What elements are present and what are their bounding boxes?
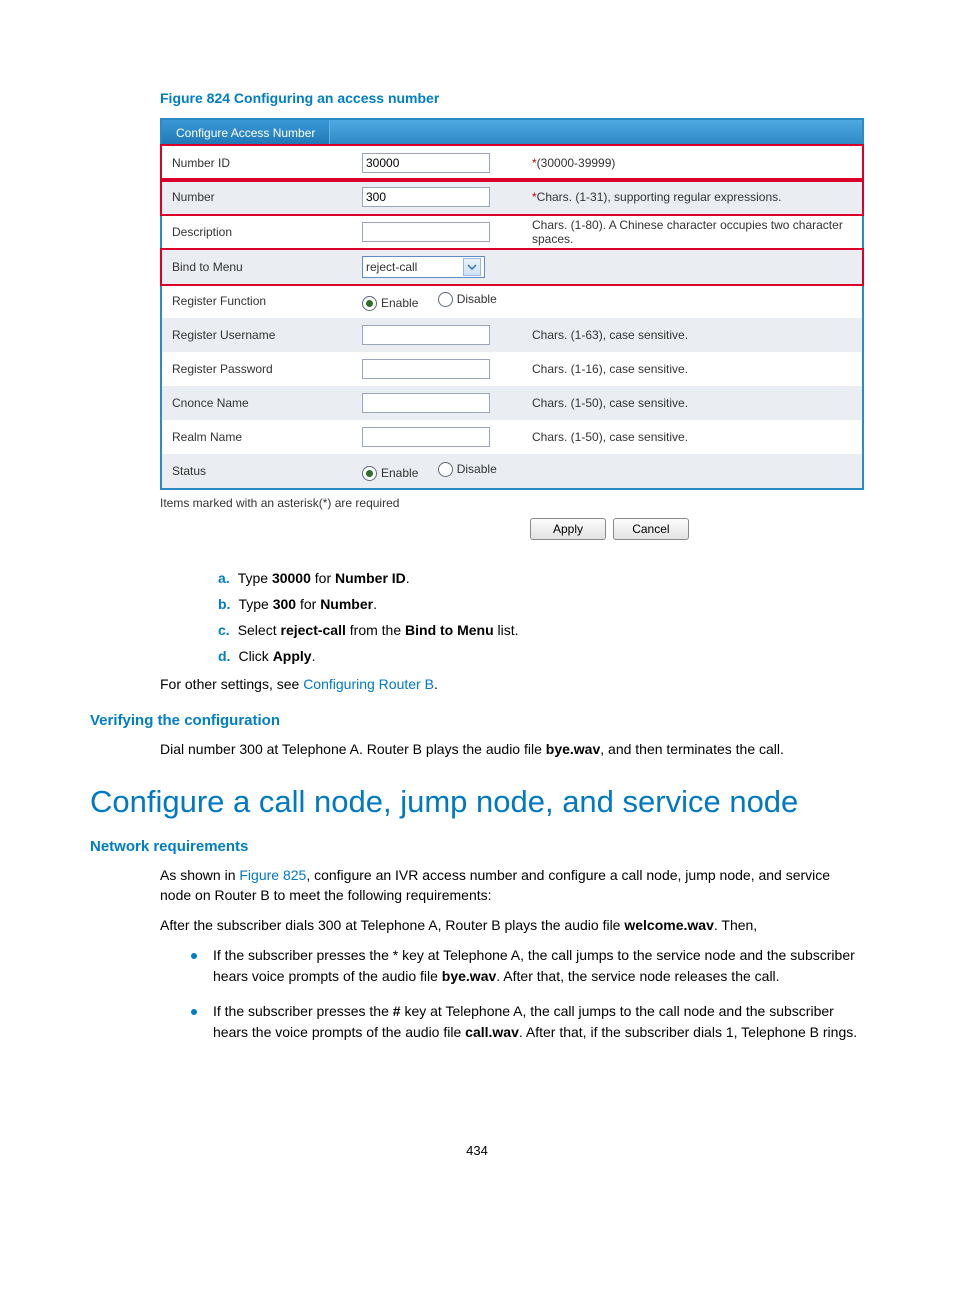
paragraph-welcome-wav: After the subscriber dials 300 at Teleph… [160, 915, 864, 935]
apply-button[interactable]: Apply [530, 518, 606, 540]
paragraph-verify: Dial number 300 at Telephone A. Router B… [160, 739, 864, 759]
radio-register-function: Enable Disable [362, 296, 513, 310]
radio-label: Disable [457, 462, 497, 476]
link-figure-825[interactable]: Figure 825 [239, 867, 306, 883]
label-status: Status [162, 454, 352, 488]
page-number: 434 [90, 1143, 864, 1158]
hint-number: *Chars. (1-31), supporting regular expre… [522, 180, 862, 214]
paragraph-other-settings: For other settings, see Configuring Rout… [160, 674, 864, 694]
button-row: Apply Cancel [530, 518, 864, 540]
label-description: Description [162, 214, 352, 250]
paragraph-netreq-intro: As shown in Figure 825, configure an IVR… [160, 865, 864, 906]
label-cnonce-name: Cnonce Name [162, 386, 352, 420]
step-d: d.Click Apply. [218, 648, 864, 664]
radio-label: Enable [381, 466, 418, 480]
label-register-function: Register Function [162, 284, 352, 318]
input-realm-name[interactable] [362, 427, 490, 447]
input-cnonce-name[interactable] [362, 393, 490, 413]
step-b: b.Type 300 for Number. [218, 596, 864, 612]
hint-text: (30000-39999) [537, 156, 616, 170]
bullet-hash-key: If the subscriber presses the # key at T… [185, 1001, 864, 1043]
input-register-password[interactable] [362, 359, 490, 379]
bullet-list: If the subscriber presses the * key at T… [185, 945, 864, 1043]
radio-enable[interactable]: Enable [362, 296, 418, 311]
radio-icon [362, 466, 377, 481]
chevron-down-icon [463, 258, 481, 276]
tab-configure-access-number[interactable]: Configure Access Number [162, 120, 330, 146]
figure-caption: Figure 824 Configuring an access number [90, 90, 864, 106]
bullet-star-key: If the subscriber presses the * key at T… [185, 945, 864, 987]
radio-icon [438, 462, 453, 477]
link-configuring-router-b[interactable]: Configuring Router B [303, 676, 434, 692]
hint-number-id: *(30000-39999) [522, 146, 862, 180]
radio-icon [438, 292, 453, 307]
configure-access-number-form: Configure Access Number Number ID *(3000… [160, 118, 864, 490]
radio-status: Enable Disable [362, 466, 513, 480]
hint-text: Chars. (1-31), supporting regular expres… [537, 190, 782, 204]
input-register-username[interactable] [362, 325, 490, 345]
radio-disable[interactable]: Disable [438, 292, 497, 307]
input-number-id[interactable] [362, 153, 490, 173]
hint-cnonce-name: Chars. (1-50), case sensitive. [522, 386, 862, 420]
label-register-username: Register Username [162, 318, 352, 352]
radio-label: Enable [381, 296, 418, 310]
hint-realm-name: Chars. (1-50), case sensitive. [522, 420, 862, 454]
select-bind-to-menu[interactable]: reject-call [362, 256, 485, 278]
heading-network-requirements: Network requirements [90, 838, 864, 855]
label-bind-to-menu: Bind to Menu [162, 250, 352, 284]
form-table: Number ID *(30000-39999) Number *Chars. … [162, 146, 862, 488]
heading-verifying: Verifying the configuration [90, 712, 864, 729]
step-c: c.Select reject-call from the Bind to Me… [218, 622, 864, 638]
label-number: Number [162, 180, 352, 214]
input-number[interactable] [362, 187, 490, 207]
heading-configure-nodes: Configure a call node, jump node, and se… [90, 784, 864, 820]
required-footnote: Items marked with an asterisk(*) are req… [160, 496, 864, 510]
input-description[interactable] [362, 222, 490, 242]
hint-description: Chars. (1-80). A Chinese character occup… [522, 214, 862, 250]
tab-strip: Configure Access Number [162, 120, 862, 146]
cancel-button[interactable]: Cancel [613, 518, 689, 540]
step-a: a.Type 30000 for Number ID. [218, 570, 864, 586]
hint-register-username: Chars. (1-63), case sensitive. [522, 318, 862, 352]
radio-icon [362, 296, 377, 311]
radio-disable[interactable]: Disable [438, 462, 497, 477]
hint-register-password: Chars. (1-16), case sensitive. [522, 352, 862, 386]
radio-label: Disable [457, 292, 497, 306]
select-value: reject-call [366, 260, 417, 274]
label-realm-name: Realm Name [162, 420, 352, 454]
label-number-id: Number ID [162, 146, 352, 180]
steps-list: a.Type 30000 for Number ID. b.Type 300 f… [218, 570, 864, 664]
radio-enable[interactable]: Enable [362, 466, 418, 481]
label-register-password: Register Password [162, 352, 352, 386]
